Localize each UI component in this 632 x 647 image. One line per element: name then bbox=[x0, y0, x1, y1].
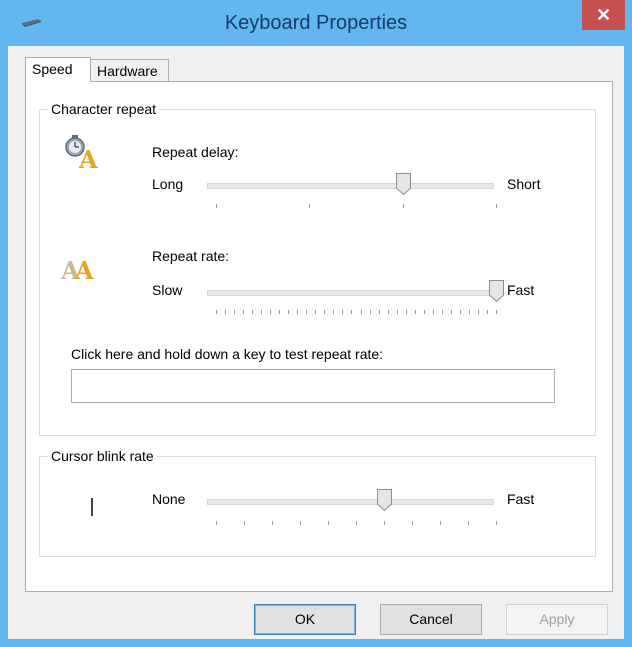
slider-tick bbox=[378, 310, 380, 314]
slider-tick bbox=[324, 310, 326, 314]
slider-tick bbox=[342, 310, 344, 314]
slider-tick bbox=[468, 521, 469, 525]
repeat-delay-max-label: Short bbox=[507, 176, 541, 192]
window-title: Keyboard Properties bbox=[224, 12, 408, 34]
slider-tick bbox=[450, 310, 452, 314]
slider-tick bbox=[216, 310, 217, 314]
svg-text:A: A bbox=[74, 256, 94, 285]
slider-tick bbox=[384, 521, 385, 525]
slider-tick bbox=[216, 204, 217, 208]
group-label: Character repeat bbox=[48, 101, 160, 117]
repeat-delay-ticks bbox=[207, 204, 497, 210]
slider-tick bbox=[477, 310, 479, 314]
slider-tick bbox=[279, 310, 281, 314]
slider-tick bbox=[270, 310, 272, 314]
slider-tick bbox=[387, 310, 389, 314]
tab-speed[interactable]: Speed bbox=[25, 57, 91, 82]
apply-button[interactable]: Apply bbox=[506, 604, 608, 635]
slider-tick bbox=[441, 310, 443, 314]
repeat-delay-label: Repeat delay: bbox=[152, 144, 239, 160]
slider-tick bbox=[432, 310, 434, 314]
blink-rate-max-label: Fast bbox=[507, 491, 535, 507]
slider-tick bbox=[423, 310, 425, 314]
slider-tick bbox=[356, 521, 357, 525]
double-letter-a-icon: A A bbox=[60, 256, 94, 285]
slider-tick bbox=[252, 310, 254, 314]
slider-tick bbox=[234, 310, 236, 314]
blink-rate-slider[interactable] bbox=[207, 499, 494, 505]
slider-tick bbox=[306, 310, 308, 314]
slider-tick bbox=[459, 310, 461, 314]
ok-button[interactable]: OK bbox=[254, 604, 356, 635]
repeat-delay-slider-thumb[interactable] bbox=[395, 173, 411, 195]
slider-tick bbox=[333, 310, 335, 314]
slider-tick bbox=[300, 521, 301, 525]
slider-tick bbox=[468, 310, 470, 314]
slider-tick bbox=[216, 521, 217, 525]
blink-rate-slider-thumb[interactable] bbox=[377, 489, 392, 511]
keyboard-properties-window: Keyboard Properties ✕ Speed Hardware Cha… bbox=[0, 0, 632, 647]
group-label: Cursor blink rate bbox=[48, 448, 157, 464]
title-bar[interactable]: Keyboard Properties ✕ bbox=[0, 0, 632, 46]
slider-tick bbox=[486, 310, 488, 314]
slider-tick bbox=[315, 310, 317, 314]
slider-tick bbox=[243, 310, 245, 314]
slider-tick bbox=[351, 310, 353, 314]
blink-rate-ticks bbox=[207, 521, 497, 527]
repeat-rate-slider[interactable] bbox=[207, 290, 494, 296]
slider-tick bbox=[272, 521, 273, 525]
repeat-rate-min-label: Slow bbox=[152, 282, 183, 298]
cancel-button[interactable]: Cancel bbox=[380, 604, 482, 635]
slider-tick bbox=[225, 310, 227, 314]
slider-tick bbox=[328, 521, 329, 525]
close-button[interactable]: ✕ bbox=[582, 0, 625, 30]
slider-tick bbox=[297, 310, 299, 314]
dialog-client-area: Speed Hardware Character repeat A Repeat… bbox=[8, 46, 624, 639]
slider-tick bbox=[414, 310, 416, 314]
slider-tick bbox=[360, 310, 362, 314]
slider-tick bbox=[261, 310, 263, 314]
repeat-delay-min-label: Long bbox=[152, 176, 184, 192]
slider-tick bbox=[288, 310, 290, 314]
slider-tick bbox=[405, 310, 407, 314]
slider-tick bbox=[412, 521, 413, 525]
slider-tick bbox=[496, 310, 497, 314]
repeat-rate-label: Repeat rate: bbox=[152, 248, 230, 264]
character-repeat-group: Character repeat A Repeat delay: Long Sh… bbox=[39, 101, 596, 436]
clock-letter-a-icon: A bbox=[65, 135, 98, 172]
repeat-delay-slider[interactable] bbox=[207, 183, 494, 189]
text-cursor-icon bbox=[91, 498, 93, 516]
slider-tick bbox=[440, 521, 441, 525]
slider-tick bbox=[402, 204, 404, 208]
test-repeat-input[interactable] bbox=[71, 369, 555, 403]
repeat-rate-slider-thumb[interactable] bbox=[489, 280, 504, 302]
blink-rate-min-label: None bbox=[152, 491, 186, 507]
cursor-blink-group: Cursor blink rate None Fast bbox=[39, 448, 596, 557]
slider-tick bbox=[244, 521, 245, 525]
repeat-rate-ticks bbox=[207, 310, 497, 316]
slider-tick bbox=[496, 204, 497, 208]
slider-tick bbox=[369, 310, 371, 314]
slider-tick bbox=[496, 521, 497, 525]
slider-tick bbox=[309, 204, 311, 208]
test-repeat-label: Click here and hold down a key to test r… bbox=[71, 346, 384, 362]
slider-tick bbox=[396, 310, 398, 314]
repeat-rate-max-label: Fast bbox=[507, 282, 535, 298]
svg-text:A: A bbox=[78, 145, 98, 172]
tab-hardware[interactable]: Hardware bbox=[90, 59, 169, 81]
speed-tab-panel: Character repeat A Repeat delay: Long Sh… bbox=[25, 81, 613, 592]
